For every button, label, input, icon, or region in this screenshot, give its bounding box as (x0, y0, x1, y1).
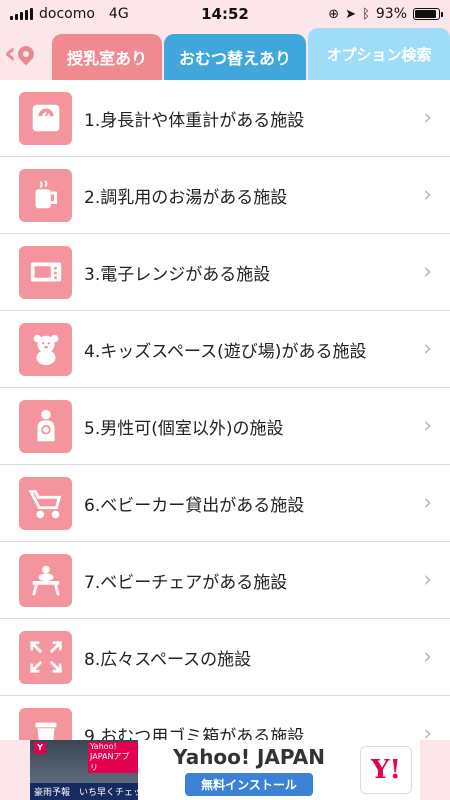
chevron-right-icon: › (423, 182, 432, 208)
father-baby-icon (19, 399, 72, 453)
microwave-icon (19, 245, 72, 299)
list-item-label: 8.広々スペースの施設 (84, 649, 252, 670)
ad-image-caption: 豪雨予報 いち早くチェック (30, 783, 151, 800)
chevron-right-icon: › (423, 644, 432, 670)
list-item-label: 2.調乳用のお湯がある施設 (84, 187, 288, 208)
battery-percent: 93% (375, 6, 407, 22)
chevron-right-icon: › (423, 259, 432, 285)
list-item-label: 4.キッズスペース(遊び場)がある施設 (84, 341, 367, 362)
chevron-right-icon: › (423, 567, 432, 593)
kettle-icon (19, 168, 72, 222)
list-item[interactable]: 8.広々スペースの施設 › (0, 619, 450, 696)
list-item[interactable]: 2.調乳用のお湯がある施設 › (0, 157, 450, 234)
list-item[interactable]: 7.ベビーチェアがある施設 › (0, 542, 450, 619)
list-item[interactable]: 6.ベビーカー貸出がある施設 › (0, 465, 450, 542)
chevron-right-icon: › (423, 490, 432, 516)
yahoo-logo-icon[interactable]: Y! (360, 746, 412, 794)
ad-content[interactable]: Y Yahoo! JAPANアプリ 豪雨予報 いち早くチェック Yahoo! J… (30, 740, 420, 800)
chevron-left-icon: ‹ (4, 36, 17, 71)
location-icon: ➤ (345, 6, 357, 22)
ad-center: Yahoo! JAPAN 無料インストール (138, 745, 360, 796)
map-pin-icon (15, 42, 38, 66)
yahoo-badge-icon: Y (34, 742, 46, 754)
status-bar: docomo 4G 14:52 ⊕ ➤ ᛒ 93% (0, 0, 450, 28)
list-item-label: 1.身長計や体重計がある施設 (84, 110, 305, 131)
list-item-label: 5.男性可(個室以外)の施設 (84, 418, 284, 439)
stroller-icon (19, 476, 72, 530)
ad-install-button[interactable]: 無料インストール (185, 772, 313, 796)
status-time: 14:52 (201, 5, 249, 23)
back-button[interactable]: ‹ (4, 34, 48, 74)
list-item-label: 6.ベビーカー貸出がある施設 (84, 495, 305, 516)
teddy-bear-icon (19, 322, 72, 376)
carrier-name: docomo (39, 6, 95, 22)
tab-diaper-change[interactable]: おむつ替えあり (164, 34, 306, 80)
ad-image[interactable]: Y Yahoo! JAPANアプリ 豪雨予報 いち早くチェック (30, 740, 151, 800)
orientation-lock-icon: ⊕ (328, 6, 340, 22)
battery-icon (413, 8, 443, 20)
list-item-label: 7.ベビーチェアがある施設 (84, 572, 288, 593)
signal-icon (10, 8, 33, 20)
baby-chair-icon (19, 553, 72, 607)
list-item[interactable]: 5.男性可(個室以外)の施設 › (0, 388, 450, 465)
ad-banner: Y Yahoo! JAPANアプリ 豪雨予報 いち早くチェック Yahoo! J… (0, 740, 450, 800)
expand-icon (19, 630, 72, 684)
list-item-label: 9.おむつ用ゴミ箱がある施設 (84, 726, 305, 741)
chevron-right-icon: › (423, 413, 432, 439)
scale-icon (19, 91, 72, 145)
tab-bar: ‹ 授乳室あり おむつ替えあり オプション検索 (0, 28, 450, 80)
status-right: ⊕ ➤ ᛒ 93% (328, 6, 443, 22)
tab-option-search[interactable]: オプション検索 (308, 28, 450, 80)
bluetooth-icon: ᛒ (362, 6, 370, 22)
list-item[interactable]: 3.電子レンジがある施設 › (0, 234, 450, 311)
network-type: 4G (108, 6, 129, 22)
chevron-right-icon: › (423, 105, 432, 131)
status-left: docomo 4G (10, 6, 129, 22)
option-list: 1.身長計や体重計がある施設 › 2.調乳用のお湯がある施設 › 3.電子レンジ… (0, 80, 450, 740)
list-item[interactable]: 9.おむつ用ゴミ箱がある施設 › (0, 696, 450, 740)
tab-nursing-room[interactable]: 授乳室あり (52, 34, 162, 80)
ad-title: Yahoo! JAPAN (173, 744, 325, 769)
ad-image-badge: Yahoo! JAPANアプリ (88, 742, 138, 773)
list-item[interactable]: 4.キッズスペース(遊び場)がある施設 › (0, 311, 450, 388)
list-item[interactable]: 1.身長計や体重計がある施設 › (0, 80, 450, 157)
trash-can-icon (19, 707, 72, 740)
chevron-right-icon: › (423, 721, 432, 741)
chevron-right-icon: › (423, 336, 432, 362)
list-item-label: 3.電子レンジがある施設 (84, 264, 271, 285)
